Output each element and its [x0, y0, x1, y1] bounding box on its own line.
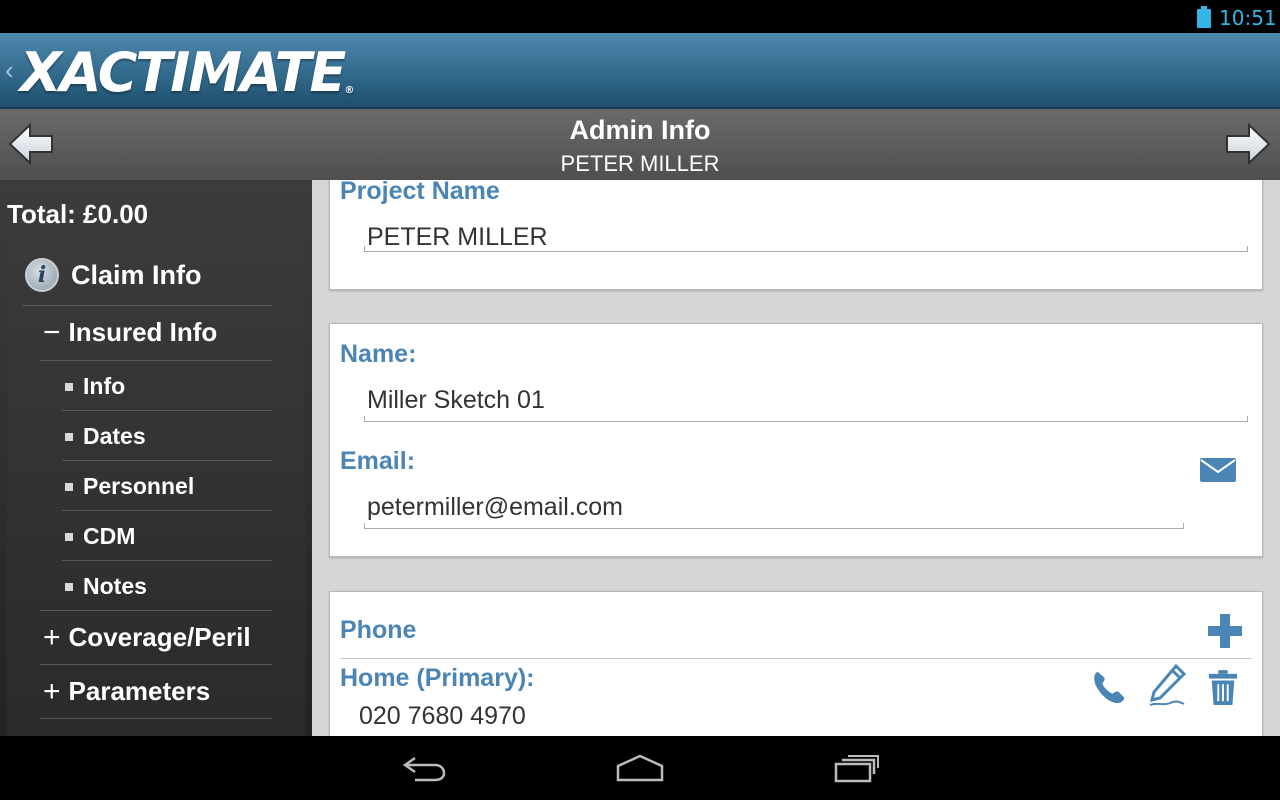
contact-card: Name: Miller Sketch 01 Email: petermille… — [329, 323, 1263, 557]
bullet-icon — [65, 532, 73, 541]
phone-type-label: Home (Primary): — [340, 664, 535, 692]
sidebar-item-claim-info[interactable]: i Claim Info — [25, 258, 202, 292]
app-back-chevron-icon[interactable]: ‹ — [5, 55, 14, 86]
bullet-icon — [65, 382, 73, 391]
divider — [62, 410, 272, 411]
project-card: Project Name PETER MILLER — [329, 180, 1263, 290]
logo-registered-mark: ® — [344, 85, 355, 96]
envelope-icon[interactable] — [1199, 457, 1237, 483]
sidebar-item-label: Notes — [83, 573, 147, 599]
plus-icon[interactable] — [1206, 612, 1244, 650]
collapse-icon: − — [43, 315, 61, 349]
sidebar-item-label: Personnel — [83, 473, 195, 499]
sidebar: Total: £0.00 i Claim Info − Insured Info… — [0, 180, 312, 736]
bullet-icon — [65, 432, 73, 441]
sidebar-item-label: Insured Info — [68, 317, 218, 347]
divider — [40, 664, 272, 665]
name-underline — [364, 416, 1248, 422]
status-bar: 10:51 — [0, 0, 1280, 33]
bullet-icon — [65, 482, 73, 491]
sidebar-item-label: Info — [83, 373, 126, 399]
sidebar-item-label: CDM — [83, 523, 136, 549]
sidebar-item-label: Parameters — [68, 676, 211, 706]
sidebar-item-dates[interactable]: Dates — [65, 423, 146, 450]
divider — [40, 718, 272, 719]
sidebar-item-parameters[interactable]: + Parameters — [43, 676, 210, 707]
page-title: Admin Info — [569, 115, 711, 145]
name-field[interactable]: Miller Sketch 01 — [367, 386, 545, 415]
phone-card: Phone Home (Primary): 020 7680 4970 — [329, 591, 1263, 736]
divider — [62, 560, 272, 561]
sidebar-item-personnel[interactable]: Personnel — [65, 473, 194, 500]
bullet-icon — [65, 582, 73, 591]
divider — [62, 510, 272, 511]
email-underline — [364, 523, 1184, 529]
status-clock: 10:51 — [1219, 6, 1277, 30]
expand-icon: + — [43, 620, 61, 654]
sidebar-item-info[interactable]: Info — [65, 373, 125, 400]
divider — [40, 360, 272, 361]
header-bar: Admin Info PETER MILLER — [0, 109, 1280, 180]
divider — [22, 305, 272, 306]
sidebar-item-coverage-peril[interactable]: + Coverage/Peril — [43, 622, 251, 653]
sidebar-item-label: Dates — [83, 423, 146, 449]
battery-icon — [1197, 6, 1211, 28]
phone-divider — [340, 658, 1252, 659]
sidebar-item-label: Coverage/Peril — [68, 622, 251, 652]
divider — [62, 460, 272, 461]
recent-apps-icon[interactable] — [834, 752, 880, 784]
phone-section-label: Phone — [340, 616, 417, 644]
back-icon[interactable] — [401, 752, 447, 784]
main-content: Project Name PETER MILLER Name: Miller S… — [312, 180, 1280, 736]
sidebar-item-insured-info[interactable]: − Insured Info — [43, 317, 217, 348]
project-name-underline — [364, 246, 1248, 252]
expand-icon: + — [43, 674, 61, 708]
trash-icon[interactable] — [1207, 668, 1239, 708]
estimate-total: Total: £0.00 — [7, 199, 149, 229]
info-icon: i — [25, 258, 59, 292]
next-arrow-icon[interactable] — [1225, 121, 1271, 167]
name-label: Name: — [340, 340, 417, 368]
sidebar-item-label: Claim Info — [71, 259, 202, 290]
logo-text: XACTIMATE — [20, 41, 346, 104]
system-nav-bar — [0, 736, 1280, 800]
page-subtitle: PETER MILLER — [560, 151, 720, 176]
project-name-label: Project Name — [340, 180, 500, 205]
phone-number: 020 7680 4970 — [359, 702, 526, 730]
brand-bar: ‹ XACTIMATE® — [0, 33, 1280, 109]
edit-pencil-icon[interactable] — [1146, 664, 1186, 708]
sidebar-item-notes[interactable]: Notes — [65, 573, 147, 600]
email-label: Email: — [340, 447, 416, 475]
email-field[interactable]: petermiller@email.com — [367, 493, 623, 522]
sidebar-item-cdm[interactable]: CDM — [65, 523, 135, 550]
phone-call-icon[interactable] — [1090, 668, 1128, 706]
divider — [40, 610, 272, 611]
home-icon[interactable] — [616, 752, 664, 784]
